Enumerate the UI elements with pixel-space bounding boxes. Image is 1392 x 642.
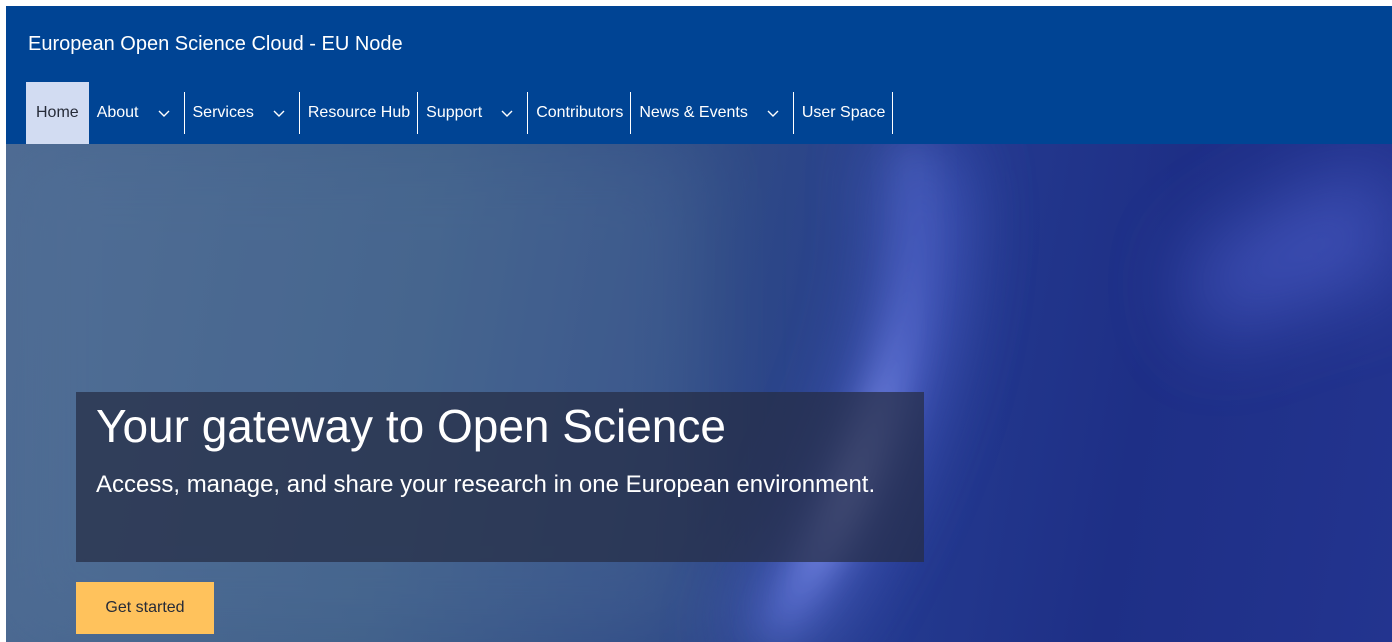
site-title[interactable]: European Open Science Cloud - EU Node bbox=[28, 32, 403, 56]
chevron-down-icon[interactable] bbox=[500, 106, 514, 120]
nav-item-resource-hub[interactable]: Resource Hub bbox=[300, 82, 417, 144]
nav-item-label: Home bbox=[36, 104, 79, 121]
hero-text-box: Your gateway to Open Science Access, man… bbox=[76, 392, 924, 562]
left-edge bbox=[0, 0, 6, 642]
nav-separator bbox=[892, 92, 894, 134]
chevron-down-icon[interactable] bbox=[766, 106, 780, 120]
chevron-down-icon[interactable] bbox=[272, 106, 286, 120]
nav-item-support[interactable]: Support bbox=[418, 82, 527, 144]
nav-item-label: Services bbox=[192, 104, 254, 121]
hero-subtitle: Access, manage, and share your research … bbox=[96, 471, 876, 498]
nav-item-label: Contributors bbox=[536, 104, 624, 121]
nav-item-user-space[interactable]: User Space bbox=[794, 82, 893, 144]
nav-item-services[interactable]: Services bbox=[185, 82, 299, 144]
nav-item-about[interactable]: About bbox=[89, 82, 184, 144]
nav-item-label: Resource Hub bbox=[307, 104, 411, 121]
nav-item-label: User Space bbox=[801, 104, 886, 121]
nav-item-label: Support bbox=[426, 104, 483, 121]
site-header: European Open Science Cloud - EU Node Ho… bbox=[6, 6, 1392, 144]
hero-banner: Your gateway to Open Science Access, man… bbox=[6, 144, 1392, 642]
nav-item-contributors[interactable]: Contributors bbox=[528, 82, 630, 144]
top-edge bbox=[0, 0, 1392, 6]
nav-item-label: About bbox=[96, 104, 139, 121]
nav-item-news-events[interactable]: News & Events bbox=[631, 82, 792, 144]
get-started-button[interactable]: Get started bbox=[76, 582, 214, 634]
page-frame: European Open Science Cloud - EU Node Ho… bbox=[0, 0, 1392, 642]
hero-title: Your gateway to Open Science bbox=[96, 400, 726, 452]
nav-item-home[interactable]: Home bbox=[26, 82, 89, 144]
main-nav: Home About Services Resource Hub Support bbox=[26, 82, 894, 144]
nav-item-label: News & Events bbox=[639, 104, 748, 121]
chevron-down-icon[interactable] bbox=[157, 106, 171, 120]
